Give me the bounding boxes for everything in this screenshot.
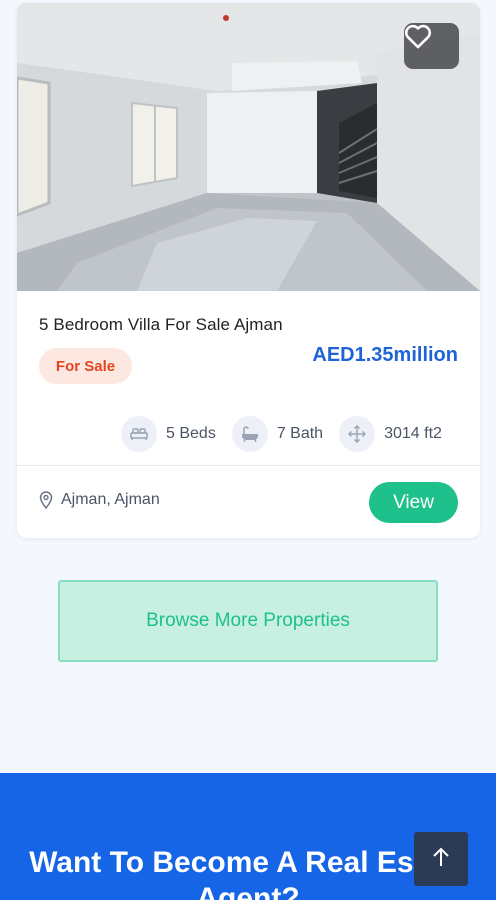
features-row: 5 Beds 7 Bath 3014 ft2 bbox=[121, 416, 442, 452]
card-divider bbox=[17, 465, 480, 466]
favorite-button[interactable] bbox=[404, 23, 459, 69]
map-pin-icon bbox=[39, 491, 53, 509]
listing-price: AED1.35million bbox=[312, 344, 458, 366]
browse-more-button[interactable]: Browse More Properties bbox=[58, 580, 438, 662]
bathtub-icon bbox=[231, 416, 268, 452]
feature-area: 3014 ft2 bbox=[339, 416, 442, 452]
view-button[interactable]: View bbox=[369, 482, 458, 523]
location-text: Ajman, Ajman bbox=[61, 491, 160, 508]
property-photo[interactable] bbox=[17, 3, 480, 291]
listing-title[interactable]: 5 Bedroom Villa For Sale Ajman bbox=[39, 315, 283, 335]
area-size: 3014 ft2 bbox=[384, 425, 442, 442]
beds-count: 5 Beds bbox=[166, 425, 216, 442]
arrow-up-icon bbox=[431, 846, 451, 873]
location: Ajman, Ajman bbox=[39, 491, 160, 509]
feature-beds: 5 Beds bbox=[121, 416, 216, 452]
property-card[interactable]: 5 Bedroom Villa For Sale Ajman For Sale … bbox=[17, 3, 480, 538]
baths-count: 7 Bath bbox=[276, 425, 324, 442]
move-arrows-icon bbox=[339, 416, 376, 452]
feature-baths: 7 Bath bbox=[231, 416, 324, 452]
scroll-to-top-button[interactable] bbox=[414, 832, 468, 886]
status-badge: For Sale bbox=[39, 348, 132, 384]
bed-icon bbox=[121, 416, 157, 452]
